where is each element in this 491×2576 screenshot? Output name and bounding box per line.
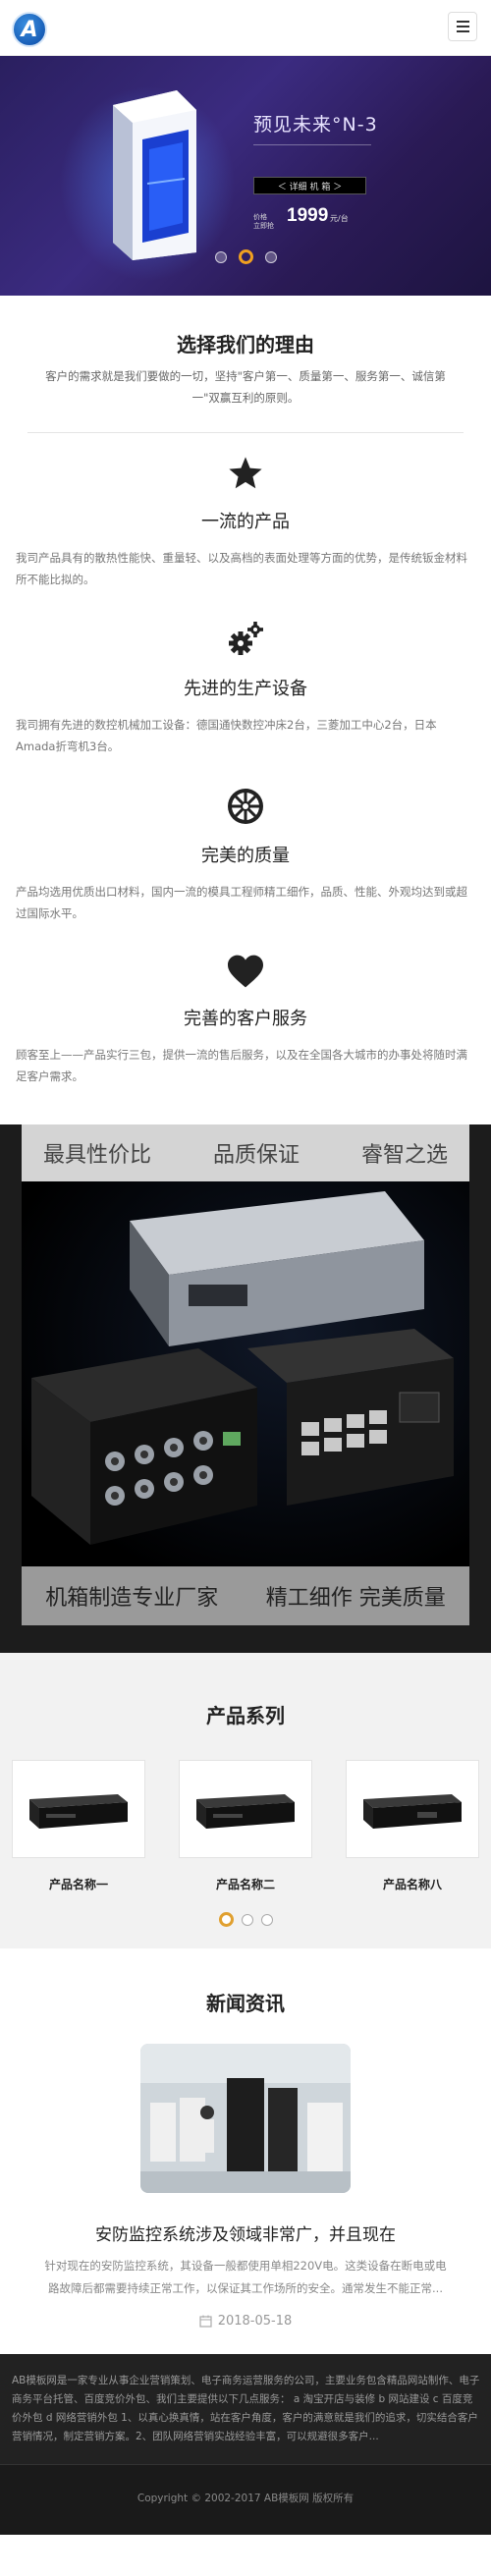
products-title: 产品系列 [206,1704,285,1727]
product-name[interactable]: 产品名称八 [346,1876,479,1892]
carousel-dot-3[interactable] [264,250,277,263]
feature-quality: 完美的质量 产品均选用优质出口材料，国内一流的模具工程师精工细作，品质、性能、外… [0,787,491,924]
promo-bottom-bar: 机箱制造专业厂家 精工细作 完美质量 [22,1566,469,1625]
feature-text: 我司拥有先进的数控机械加工设备：德国通快数控冲床2台，三菱加工中心2台，日本Am… [16,718,437,753]
promo-equipment-image [22,1181,469,1566]
banner-price-unit: 元/台 [330,214,349,223]
product-card[interactable]: 产品名称八 [346,1760,479,1892]
banner-price-label: 价格 立即抢 [253,213,274,230]
carousel-dot-1[interactable] [214,250,227,263]
carousel-dot-2[interactable] [238,249,253,264]
star-icon [16,455,475,492]
gears-icon [16,620,475,659]
news-section: 新闻资讯 安防监控系统涉及领域非常广，并且现在 针对现在的安防监控系统，其设备一… [0,1988,491,2354]
product-dot-3[interactable] [260,1913,273,1926]
promo-top-text: 品质保证 [212,1143,300,1168]
product-card[interactable]: 产品名称一 [12,1760,145,1892]
footer-copyright: Copyright © 2002-2017 AB模板网 版权所有 [0,2464,491,2535]
feature-title: 一流的产品 [201,512,290,532]
products-section: 产品系列 产品名称一 产品名称二 产品名称八 [0,1653,491,1948]
product-dot-2[interactable] [241,1913,253,1926]
footer-text: AB模板网是一家专业从事企业营销策划、电子商务运营服务的公司，主要业务包含精品网… [12,2375,480,2442]
promo-top-text: 睿智之选 [360,1143,448,1168]
news-date: 2018-05-18 [0,2314,491,2329]
calendar-icon [199,2315,212,2328]
feature-text: 我司产品具有的散热性能快、重量轻、以及高档的表面处理等方面的优势，是传统钣金材料… [16,551,467,586]
hamburger-icon [456,21,469,23]
feature-text: 顾客至上——产品实行三包，提供一流的售后服务，以及在全国各大城市的办事处将随时满… [16,1048,467,1083]
feature-equipment: 先进的生产设备 我司拥有先进的数控机械加工设备：德国通快数控冲床2台，三菱加工中… [0,620,491,757]
heart-icon [16,954,475,989]
feature-product: 一流的产品 我司产品具有的散热性能快、重量轻、以及高档的表面处理等方面的优势，是… [0,455,491,590]
feature-title: 完美的质量 [201,846,290,866]
promo-bottom-text: 机箱制造专业厂家 [45,1586,219,1611]
feature-title: 先进的生产设备 [184,679,307,699]
product-image[interactable] [12,1760,145,1858]
news-image[interactable] [140,2044,351,2193]
reasons-subtitle: 客户的需求就是我们要做的一切，坚持"客户第一、质量第一、服务第一、诚信第一"双赢… [45,369,446,405]
banner-price: 1999 [287,205,329,226]
product-name[interactable]: 产品名称二 [179,1876,312,1892]
news-headline[interactable]: 安防监控系统涉及领域非常广，并且现在 [0,2220,491,2245]
site-header: A [0,0,491,56]
logo-letter: A [21,17,38,42]
reasons-divider [27,432,464,433]
news-summary: 针对现在的安防监控系统，其设备一般都使用单相220V电。这类设备在断电或电路故障… [44,2259,447,2295]
menu-toggle-button[interactable] [448,12,477,41]
promo-bottom-text: 精工细作 完美质量 [265,1586,446,1611]
news-date-text: 2018-05-18 [217,2314,293,2329]
product-carousel[interactable]: 产品名称一 产品名称二 产品名称八 [0,1728,491,1892]
footer-about: AB模板网是一家专业从事企业营销策划、电子商务运营服务的公司，主要业务包含精品网… [0,2354,491,2464]
product-dot-1[interactable] [218,1912,234,1927]
site-logo[interactable]: A [12,12,47,47]
promo-banner: 最具性价比 品质保证 睿智之选 机箱制造专业厂家 精工细作 完美质量 [0,1124,491,1653]
promo-top-bar: 最具性价比 品质保证 睿智之选 [22,1124,469,1181]
reasons-title: 选择我们的理由 [177,333,314,356]
product-name[interactable]: 产品名称一 [12,1876,145,1892]
banner-title: 预见未来°N-3 [253,114,378,136]
banner-detail-button[interactable]: ＜ 详细 机 箱 ＞ [253,177,366,194]
news-title: 新闻资讯 [206,1992,285,2015]
feature-text: 产品均选用优质出口材料，国内一流的模具工程师精工细作，品质、性能、外观均达到或超… [16,885,467,920]
pc-case-image [113,90,196,260]
hero-carousel[interactable]: 预见未来°N-3 ＜ 详细 机 箱 ＞ 价格 立即抢 1999 元/台 [0,56,491,296]
banner-divider [253,144,371,145]
product-card[interactable]: 产品名称二 [179,1760,312,1892]
empire-emblem-icon [16,787,475,826]
feature-title: 完善的客户服务 [184,1009,307,1029]
product-image[interactable] [346,1760,479,1858]
feature-service: 完善的客户服务 顾客至上——产品实行三包，提供一流的售后服务，以及在全国各大城市… [0,954,491,1087]
product-carousel-dots [0,1912,491,1927]
promo-top-text: 最具性价比 [43,1143,152,1168]
carousel-dots [0,249,491,264]
product-image[interactable] [179,1760,312,1858]
